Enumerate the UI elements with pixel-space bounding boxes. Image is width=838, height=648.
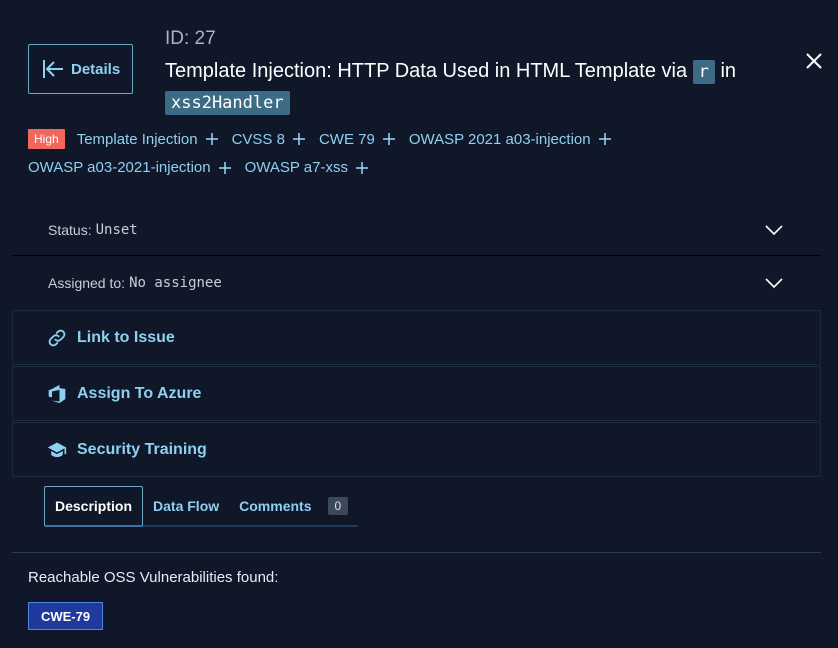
assignee-dropdown[interactable]: Assigned to: No assignee [12,257,821,309]
plus-icon[interactable] [355,161,368,174]
tag-label: Template Injection [76,130,198,148]
cwe-chip[interactable]: CWE-79 [28,602,103,630]
status-dropdown[interactable]: Status: Unset [12,204,821,256]
plus-icon[interactable] [205,133,218,145]
tag-list: High Template Injection CVSS 8 CWE 79 OW… [28,129,818,176]
tag-item: Template Injection [77,131,218,148]
title-code-var: r [692,60,715,84]
tag-label: CWE 79 [318,130,375,148]
tag-label: OWASP a03-2021-injection [28,159,211,176]
assign-to-azure-label: Assign To Azure [77,384,202,402]
status-value: Unset [95,221,138,238]
tab-comments[interactable]: Comments 0 [229,486,359,527]
status-label: Status: [48,221,92,238]
assign-to-azure-button[interactable]: Assign To Azure [12,366,821,421]
comments-count-badge: 0 [327,496,349,515]
tag-item: OWASP 2021 a03-injection [409,131,611,148]
tab-data-flow[interactable]: Data Flow [143,486,230,527]
issue-id: ID: 27 [165,28,216,49]
security-training-button[interactable]: Security Training [12,422,821,477]
severity-badge: High [28,129,65,149]
link-icon [48,329,66,346]
link-to-issue-button[interactable]: Link to Issue [12,310,821,365]
tab-comments-label: Comments [239,497,312,514]
reachable-vulns-text: Reachable OSS Vulnerabilities found: [28,569,279,586]
title-in: in [720,60,737,82]
detail-tabs: Description Data Flow Comments 0 [44,486,359,527]
tag-item: CVSS 8 [232,131,305,148]
tag-item: OWASP a03-2021-injection [28,159,231,176]
close-icon[interactable] [803,50,825,72]
plus-icon[interactable] [218,161,231,174]
security-training-label: Security Training [77,440,207,458]
arrow-left-bar-icon [43,60,63,78]
assignee-value: No assignee [129,275,222,291]
divider [12,552,821,553]
tag-label: OWASP 2021 a03-injection [408,130,591,148]
plus-icon[interactable] [292,133,305,145]
tag-label: CVSS 8 [231,130,285,148]
chevron-down-icon [765,278,783,289]
details-back-button[interactable]: Details [28,44,133,94]
details-label: Details [71,60,121,78]
tab-description[interactable]: Description [44,486,144,527]
chevron-down-icon [765,225,783,236]
title-code-handler: xss2Handler [165,91,290,115]
plus-icon[interactable] [598,133,611,145]
issue-title: Template Injection: HTTP Data Used in HT… [165,56,765,118]
title-prefix: Template Injection: HTTP Data Used in HT… [165,60,688,82]
assignee-label: Assigned to: [48,275,126,291]
plus-icon[interactable] [382,133,395,145]
graduation-cap-icon [47,442,67,457]
tag-label: OWASP a7-xss [244,159,348,176]
tag-item: OWASP a7-xss [245,159,368,176]
tag-item: CWE 79 [319,131,395,148]
azure-devops-icon [48,384,66,403]
link-to-issue-label: Link to Issue [77,328,175,346]
